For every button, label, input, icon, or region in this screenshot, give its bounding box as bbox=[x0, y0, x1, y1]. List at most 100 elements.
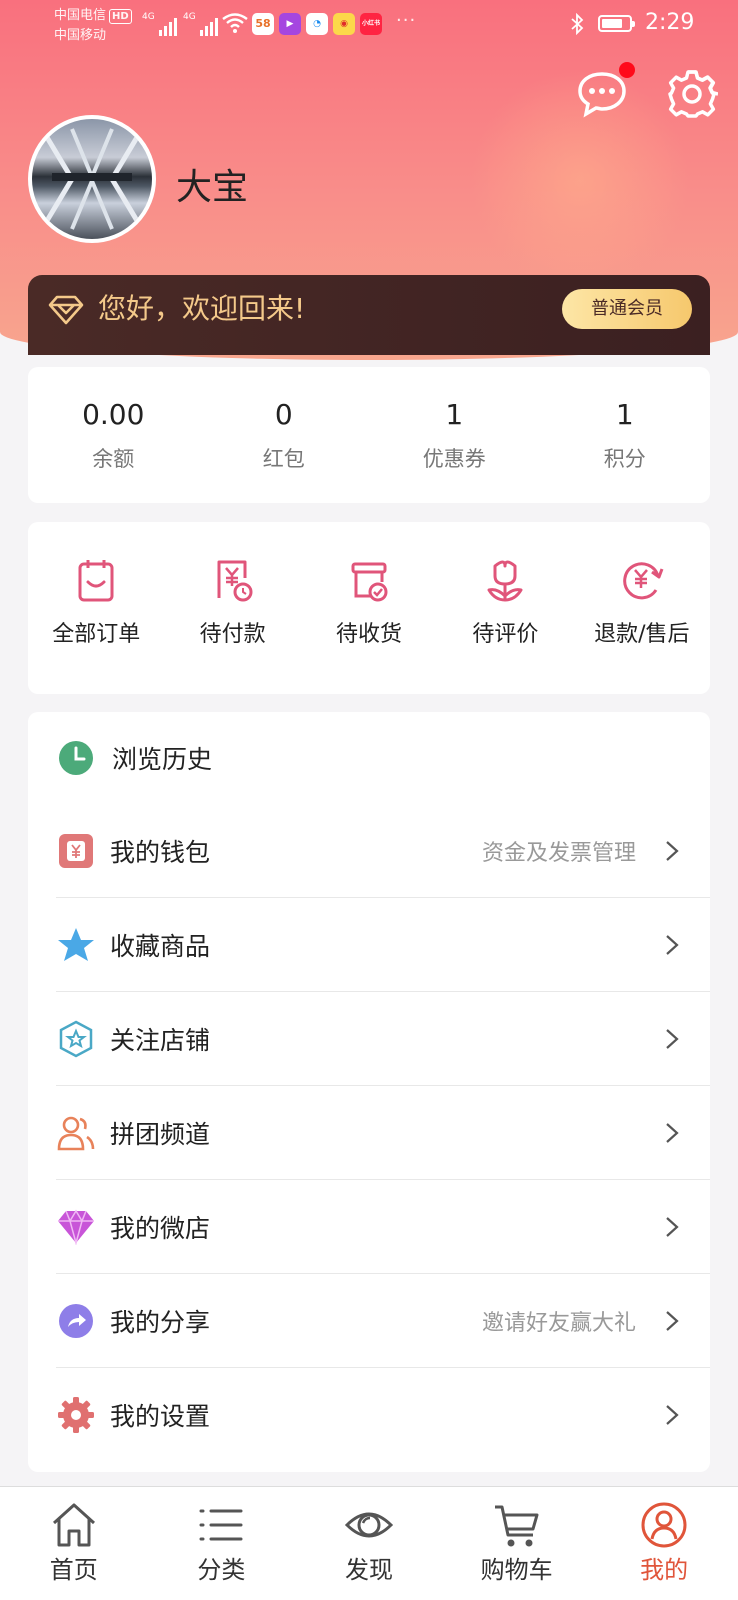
diamond-icon bbox=[56, 1207, 96, 1247]
star-icon bbox=[56, 925, 96, 965]
signal-icon-2: 4G bbox=[183, 12, 218, 36]
shop-star-icon bbox=[56, 1019, 96, 1059]
box-check-icon bbox=[351, 562, 388, 602]
order-label: 待收货 bbox=[336, 622, 403, 647]
clock-icon bbox=[59, 741, 93, 775]
settings-button[interactable] bbox=[666, 68, 719, 120]
stat-label: 优惠券 bbox=[422, 447, 486, 471]
menu-hint: 资金及发票管理 bbox=[481, 840, 636, 866]
flower-icon bbox=[487, 560, 523, 602]
cart-icon bbox=[494, 1505, 539, 1547]
yen-refresh-icon bbox=[623, 562, 664, 600]
order-pending-receipt-button[interactable]: 待收货 bbox=[301, 522, 437, 694]
menu-row-favorites[interactable]: 收藏商品 bbox=[56, 898, 710, 992]
video-app-icon: ▶ bbox=[279, 13, 301, 35]
stat-points[interactable]: 1 积分 bbox=[540, 367, 711, 503]
status-bar: 中国电信 HD 中国移动 4G 4G 58 ▶ ◔ ◉ 小红书 ··· 2:29 bbox=[0, 0, 738, 56]
bottom-tab-bar: 首页 分类 发现 购物车 我的 bbox=[0, 1486, 738, 1600]
stat-label: 积分 bbox=[603, 447, 646, 471]
stat-label: 余额 bbox=[92, 447, 135, 471]
browser-app-icon: ◔ bbox=[306, 13, 328, 35]
orders-card: 全部订单 待付款 待收货 待评价 退款/售后 bbox=[28, 522, 710, 694]
menu-row-wallet[interactable]: 我的钱包 资金及发票管理 bbox=[56, 804, 710, 898]
chevron-right-icon bbox=[666, 1405, 679, 1425]
carrier-1: 中国电信 bbox=[54, 8, 107, 23]
menu-row-micro-shop[interactable]: 我的微店 bbox=[56, 1180, 710, 1274]
tab-discover[interactable]: 发现 bbox=[295, 1487, 443, 1600]
battery-icon bbox=[598, 15, 635, 32]
bluetooth-icon bbox=[571, 13, 584, 35]
tab-label: 购物车 bbox=[480, 1556, 553, 1584]
browse-history-button[interactable]: 浏览历史 bbox=[58, 712, 212, 804]
order-all-button[interactable]: 全部订单 bbox=[28, 522, 164, 694]
unread-dot bbox=[619, 62, 635, 78]
account-stats-card: 0.00 余额 0 红包 1 优惠券 1 积分 bbox=[28, 367, 710, 503]
chevron-right-icon bbox=[666, 934, 679, 955]
order-label: 待付款 bbox=[199, 622, 266, 647]
clipboard-icon bbox=[78, 560, 114, 602]
menu-label: 拼团频道 bbox=[110, 1119, 211, 1149]
weibo-app-icon: ◉ bbox=[333, 13, 355, 35]
stat-label: 红包 bbox=[262, 447, 305, 471]
user-icon bbox=[641, 1502, 687, 1548]
order-refund-button[interactable]: 退款/售后 bbox=[574, 522, 710, 694]
welcome-banner: 您好，欢迎回来! 普通会员 bbox=[28, 275, 710, 355]
menu-card: 浏览历史 我的钱包 资金及发票管理 收藏商品 关注店铺 拼团频道 我的微店 我的… bbox=[28, 712, 710, 1472]
menu-label: 关注店铺 bbox=[110, 1025, 211, 1055]
order-label: 待评价 bbox=[472, 622, 539, 647]
tab-categories[interactable]: 分类 bbox=[148, 1487, 296, 1600]
history-label: 浏览历史 bbox=[112, 745, 213, 774]
menu-label: 我的设置 bbox=[110, 1402, 211, 1431]
order-pending-review-button[interactable]: 待评价 bbox=[437, 522, 573, 694]
list-icon bbox=[199, 1509, 243, 1541]
xiaohongshu-app-icon: 小红书 bbox=[360, 13, 382, 35]
wifi-icon bbox=[222, 13, 248, 33]
menu-row-followed-shops[interactable]: 关注店铺 bbox=[56, 992, 710, 1086]
stat-value: 1 bbox=[615, 398, 634, 431]
yen-bill-icon bbox=[217, 560, 253, 602]
chevron-right-icon bbox=[666, 840, 679, 861]
menu-label: 收藏商品 bbox=[110, 931, 211, 961]
home-icon bbox=[52, 1503, 95, 1547]
avatar[interactable] bbox=[28, 115, 156, 243]
tab-label: 发现 bbox=[344, 1556, 393, 1584]
signal-icon: 4G bbox=[142, 12, 177, 36]
menu-row-group-buy[interactable]: 拼团频道 bbox=[56, 1086, 710, 1180]
tab-me[interactable]: 我的 bbox=[590, 1487, 738, 1600]
chevron-right-icon bbox=[666, 1122, 679, 1143]
stat-value: 1 bbox=[445, 398, 464, 431]
eye-icon bbox=[344, 1512, 393, 1538]
stat-value: 0.00 bbox=[82, 398, 145, 431]
chevron-right-icon bbox=[666, 1216, 679, 1237]
tab-home[interactable]: 首页 bbox=[0, 1487, 148, 1600]
stat-value: 0 bbox=[274, 398, 293, 431]
gear-icon bbox=[668, 70, 719, 118]
group-icon bbox=[56, 1113, 96, 1153]
order-label: 全部订单 bbox=[52, 622, 141, 647]
menu-row-settings[interactable]: 我的设置 bbox=[56, 1368, 710, 1462]
menu-label: 我的钱包 bbox=[110, 837, 211, 867]
more-notifications-icon: ··· bbox=[396, 10, 417, 31]
order-label: 退款/售后 bbox=[594, 622, 690, 647]
stat-balance[interactable]: 0.00 余额 bbox=[28, 367, 199, 503]
carrier-2: 中国移动 bbox=[54, 28, 107, 43]
gear-icon bbox=[56, 1395, 96, 1435]
username[interactable]: 大宝 bbox=[176, 166, 248, 210]
order-pending-payment-button[interactable]: 待付款 bbox=[164, 522, 300, 694]
notification-app-icons: 58 ▶ ◔ ◉ 小红书 bbox=[252, 13, 382, 35]
menu-row-share[interactable]: 我的分享 邀请好友赢大礼 bbox=[56, 1274, 710, 1368]
hd-badge: HD bbox=[109, 9, 132, 24]
tab-cart[interactable]: 购物车 bbox=[443, 1487, 591, 1600]
stat-red-packet[interactable]: 0 红包 bbox=[199, 367, 370, 503]
menu-hint: 邀请好友赢大礼 bbox=[481, 1310, 636, 1336]
chevron-right-icon bbox=[666, 1310, 679, 1331]
carrier-info: 中国电信 HD 中国移动 bbox=[54, 6, 132, 46]
messages-button[interactable] bbox=[576, 62, 635, 120]
tab-label: 分类 bbox=[197, 1556, 246, 1584]
share-icon bbox=[56, 1301, 96, 1341]
tab-label: 我的 bbox=[640, 1556, 689, 1584]
stat-coupons[interactable]: 1 优惠券 bbox=[369, 367, 540, 503]
menu-label: 我的微店 bbox=[110, 1213, 211, 1243]
member-level-badge[interactable]: 普通会员 bbox=[562, 289, 692, 329]
chat-bubble-icon bbox=[578, 72, 626, 118]
